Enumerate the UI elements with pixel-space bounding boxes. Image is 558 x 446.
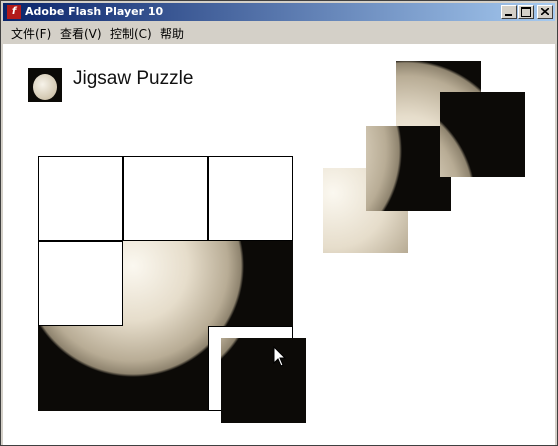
empty-slot[interactable] [123, 156, 208, 241]
mouse-cursor-icon [273, 346, 287, 367]
window-title: Adobe Flash Player 10 [25, 5, 164, 18]
empty-slot[interactable] [38, 156, 123, 241]
minimize-button[interactable] [501, 5, 517, 19]
placed-piece[interactable] [123, 326, 208, 411]
maximize-button[interactable] [518, 5, 534, 19]
menu-control[interactable]: 控制(C) [110, 25, 152, 42]
placed-piece[interactable] [123, 241, 208, 326]
puzzle-thumbnail [28, 68, 62, 102]
flash-icon: f [7, 5, 21, 19]
title-bar[interactable]: f Adobe Flash Player 10 [3, 3, 555, 21]
empty-slot[interactable] [38, 241, 123, 326]
dragged-piece[interactable] [221, 338, 306, 423]
loose-piece[interactable] [366, 126, 451, 211]
placed-piece[interactable] [208, 241, 293, 326]
empty-slot[interactable] [208, 156, 293, 241]
placed-piece[interactable] [38, 326, 123, 411]
menu-bar: 文件(F) 查看(V) 控制(C) 帮助 [3, 23, 555, 42]
menu-help[interactable]: 帮助 [160, 25, 184, 42]
flash-stage: Jigsaw Puzzle [3, 44, 555, 445]
loose-piece[interactable] [440, 92, 525, 177]
close-button[interactable] [537, 5, 553, 19]
app-window: f Adobe Flash Player 10 文件(F) 查看(V) 控制(C… [0, 0, 558, 446]
menu-view[interactable]: 查看(V) [60, 25, 102, 42]
puzzle-title: Jigsaw Puzzle [73, 68, 194, 89]
close-icon [541, 8, 549, 15]
menu-file[interactable]: 文件(F) [11, 25, 51, 42]
